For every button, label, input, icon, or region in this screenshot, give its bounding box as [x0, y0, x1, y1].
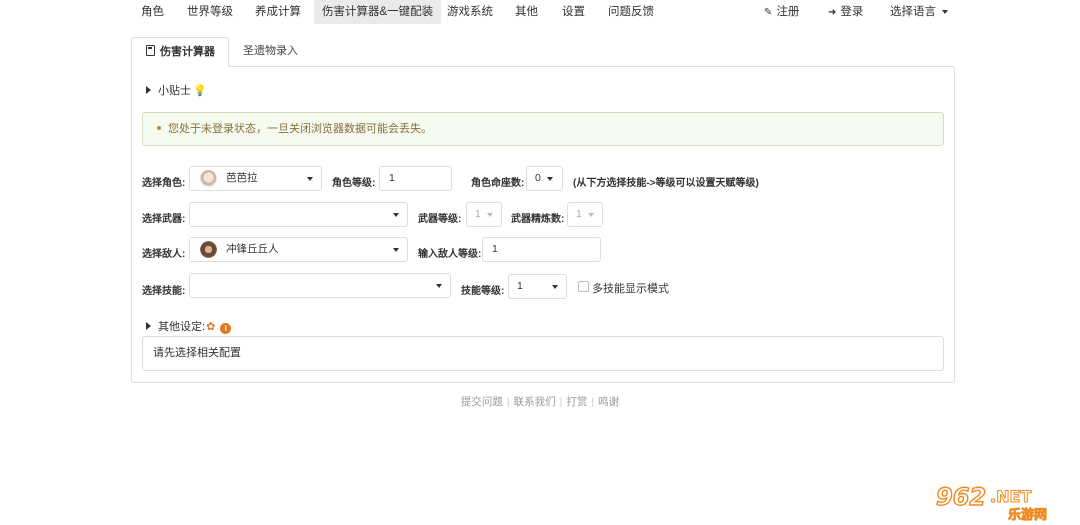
- lightbulb-icon: 💡: [193, 85, 207, 97]
- caret-down-icon: [552, 285, 558, 289]
- enemy-level-input[interactable]: 1: [482, 237, 601, 262]
- login-link[interactable]: ➜ 登录: [828, 0, 863, 24]
- multi-skill-checkbox[interactable]: [578, 281, 589, 292]
- tips-toggle[interactable]: 小贴士 💡: [146, 82, 207, 98]
- footer: 提交问题 | 联系我们 | 打赏 | 鸣谢: [0, 394, 1080, 409]
- weapon-level-select[interactable]: 1: [466, 202, 502, 227]
- weapon-label: 选择武器:: [142, 214, 186, 225]
- svg-text:962: 962: [936, 483, 986, 511]
- tips-label: 小贴士: [158, 85, 191, 97]
- skill-level-value: 1: [517, 280, 523, 292]
- character-select[interactable]: 芭芭拉: [189, 166, 322, 191]
- footer-divider: |: [559, 396, 563, 408]
- weapon-level-label: 武器等级:: [418, 214, 462, 225]
- character-value: 芭芭拉: [226, 172, 258, 184]
- character-avatar: [200, 169, 217, 187]
- sign-in-icon: ➜: [828, 7, 837, 18]
- calculator-icon: [146, 45, 155, 56]
- weapon-select[interactable]: [189, 202, 408, 227]
- alert-text: 您处于未登录状态，一旦关闭浏览器数据可能会丢失。: [168, 123, 432, 135]
- nav-item-feedback[interactable]: 问题反馈: [608, 0, 654, 24]
- constellation-select[interactable]: 0: [526, 166, 563, 191]
- caret-down-icon: [547, 177, 553, 181]
- nav-item-cultivation[interactable]: 养成计算: [255, 0, 301, 24]
- nav-item-world-level[interactable]: 世界等级: [187, 0, 233, 24]
- language-label: 选择语言: [890, 6, 936, 18]
- enemy-level-label: 输入敌人等级:: [418, 249, 482, 260]
- config-result-box: 请先选择相关配置: [142, 336, 944, 371]
- top-nav: 角色 世界等级 养成计算 伤害计算器&一键配装 游戏系统 其他 设置 问题反馈 …: [0, 0, 1080, 24]
- footer-link-submit-issue[interactable]: 提交问题: [461, 396, 503, 408]
- caret-down-icon: [487, 213, 493, 217]
- footer-divider: |: [591, 396, 595, 408]
- other-settings-label: 其他设定:: [158, 321, 206, 333]
- nav-item-settings[interactable]: 设置: [562, 0, 585, 24]
- enemy-label: 选择敌人:: [142, 249, 186, 260]
- gear-icon[interactable]: ✿: [206, 320, 215, 333]
- caret-down-icon: [436, 284, 442, 288]
- skill-level-select[interactable]: 1: [508, 274, 567, 299]
- caret-down-icon: [588, 213, 594, 217]
- character-label: 选择角色:: [142, 178, 186, 189]
- nav-item-other[interactable]: 其他: [515, 0, 538, 24]
- constellation-hint: (从下方选择技能->等级可以设置天赋等级): [573, 178, 759, 189]
- nav-item-character[interactable]: 角色: [141, 0, 164, 24]
- constellation-value: 0: [535, 172, 541, 184]
- bullet-icon: [157, 126, 161, 130]
- login-warning-alert: 您处于未登录状态，一旦关闭浏览器数据可能会丢失。: [142, 112, 944, 146]
- footer-link-donate[interactable]: 打赏: [566, 396, 587, 408]
- caret-down-icon: [942, 9, 948, 14]
- footer-link-contact[interactable]: 联系我们: [514, 396, 556, 408]
- info-icon[interactable]: i: [220, 323, 232, 334]
- caret-down-icon: [393, 248, 399, 252]
- footer-divider: |: [506, 396, 510, 408]
- char-level-input[interactable]: 1: [379, 166, 452, 191]
- tab-damage-calculator[interactable]: 伤害计算器: [131, 37, 229, 67]
- language-dropdown[interactable]: 选择语言: [890, 0, 948, 24]
- register-label: 注册: [776, 6, 800, 18]
- constellation-label: 角色命座数:: [471, 178, 525, 189]
- footer-link-thanks[interactable]: 鸣谢: [598, 396, 619, 408]
- enemy-select[interactable]: 冲锋丘丘人: [189, 237, 408, 262]
- nav-item-damage-calculator[interactable]: 伤害计算器&一键配装: [314, 0, 442, 24]
- skill-level-label: 技能等级:: [461, 286, 505, 297]
- tab-artifact-entry-label: 圣遗物录入: [243, 45, 298, 57]
- tab-damage-calculator-label: 伤害计算器: [160, 46, 215, 58]
- edit-icon: ✎: [764, 7, 773, 18]
- refine-select[interactable]: 1: [567, 202, 603, 227]
- nav-item-game-system[interactable]: 游戏系统: [447, 0, 493, 24]
- enemy-avatar: [200, 240, 217, 258]
- other-settings-toggle[interactable]: 其他设定:✿ i: [146, 318, 232, 334]
- refine-value: 1: [576, 208, 582, 220]
- caret-right-icon: [146, 322, 151, 330]
- svg-text:乐游网: 乐游网: [1008, 507, 1047, 521]
- watermark-logo: 962 .NET 乐游网: [935, 483, 1047, 521]
- register-link[interactable]: ✎ 注册: [764, 0, 799, 24]
- tab-artifact-entry[interactable]: 圣遗物录入: [243, 37, 298, 67]
- enemy-value: 冲锋丘丘人: [226, 243, 279, 255]
- caret-right-icon: [146, 86, 151, 94]
- refine-label: 武器精炼数:: [511, 214, 565, 225]
- multi-skill-label: 多技能显示模式: [592, 283, 669, 295]
- char-level-label: 角色等级:: [332, 178, 376, 189]
- caret-down-icon: [393, 213, 399, 217]
- login-label: 登录: [840, 6, 864, 18]
- skill-select[interactable]: [189, 273, 451, 298]
- caret-down-icon: [307, 177, 313, 181]
- skill-label: 选择技能:: [142, 286, 186, 297]
- svg-text:.NET: .NET: [990, 487, 1031, 506]
- weapon-level-value: 1: [475, 208, 481, 220]
- config-placeholder: 请先选择相关配置: [153, 347, 241, 359]
